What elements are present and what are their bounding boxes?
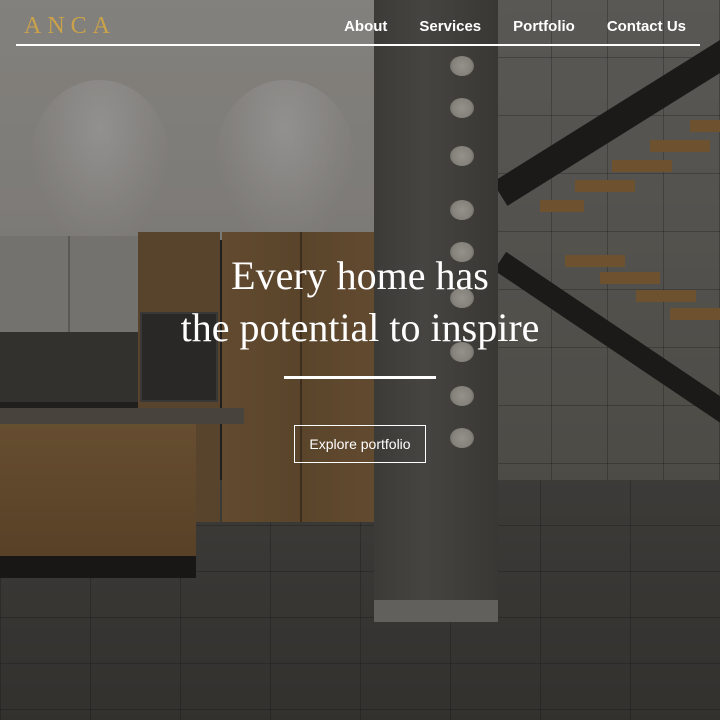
hero-section: Every home has the potential to inspire … — [0, 250, 720, 463]
hero-headline-line-1: Every home has — [231, 253, 489, 298]
nav-link-about[interactable]: About — [344, 18, 387, 35]
explore-portfolio-button[interactable]: Explore portfolio — [294, 425, 426, 463]
hero-headline: Every home has the potential to inspire — [0, 250, 720, 354]
brand-logo[interactable]: ANCA — [16, 13, 116, 40]
nav-link-portfolio[interactable]: Portfolio — [513, 18, 575, 35]
site-header: ANCA About Services Portfolio Contact Us — [16, 8, 700, 46]
nav-link-services[interactable]: Services — [419, 18, 481, 35]
nav-link-contact-us[interactable]: Contact Us — [607, 18, 686, 35]
main-nav: About Services Portfolio Contact Us — [344, 18, 700, 35]
hero-divider — [284, 376, 436, 379]
hero-headline-line-2: the potential to inspire — [180, 305, 540, 350]
